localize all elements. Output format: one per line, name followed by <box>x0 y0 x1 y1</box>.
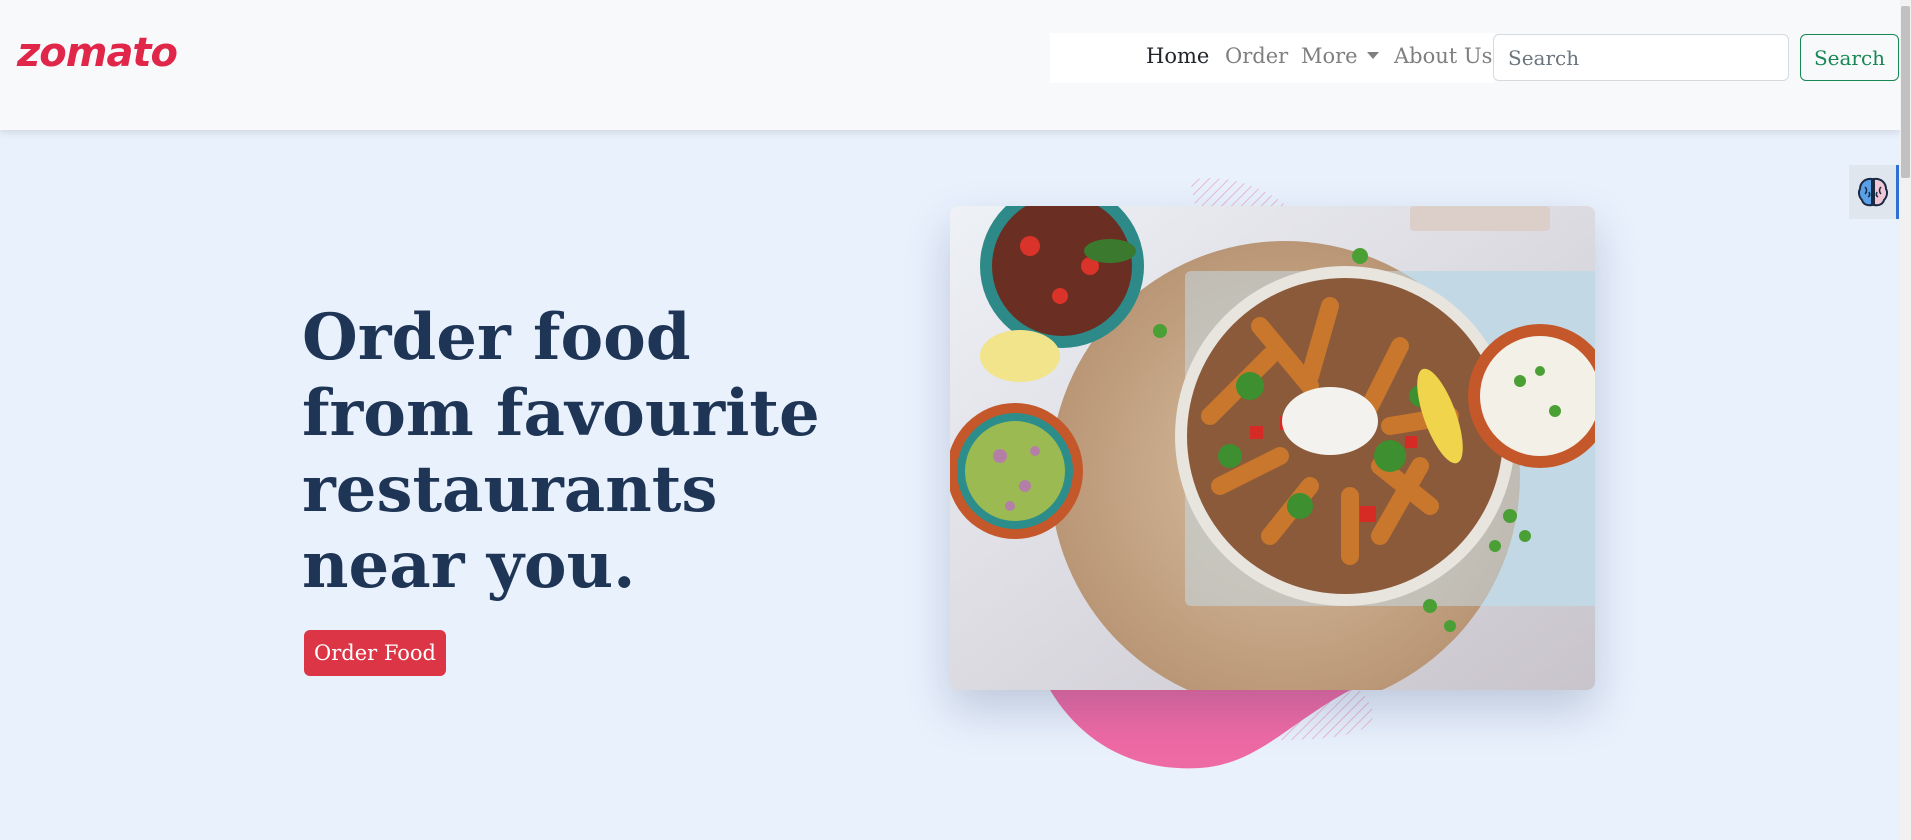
brain-widget-button[interactable] <box>1849 165 1899 219</box>
hero-title: Order food from favourite restaurants ne… <box>302 300 820 603</box>
navbar: zomato Home Order More About Us Search <box>0 0 1900 130</box>
page-scrollbar[interactable] <box>1900 0 1911 840</box>
brain-icon <box>1857 177 1888 207</box>
search-input[interactable] <box>1493 34 1789 81</box>
nav-dropdown-more[interactable]: More <box>1301 44 1379 68</box>
nav-link-about-us[interactable]: About Us <box>1394 44 1492 68</box>
nav-link-order[interactable]: Order <box>1225 44 1288 68</box>
nav-link-home[interactable]: Home <box>1146 44 1209 68</box>
search-button[interactable]: Search <box>1800 34 1899 81</box>
caret-down-icon <box>1366 52 1379 59</box>
nav-dropdown-more-label: More <box>1301 44 1358 68</box>
scrollbar-thumb[interactable] <box>1901 6 1910 178</box>
brand-logo[interactable]: zomato <box>17 30 178 76</box>
order-food-button[interactable]: Order Food <box>304 630 446 676</box>
hero-food-image <box>950 206 1595 690</box>
